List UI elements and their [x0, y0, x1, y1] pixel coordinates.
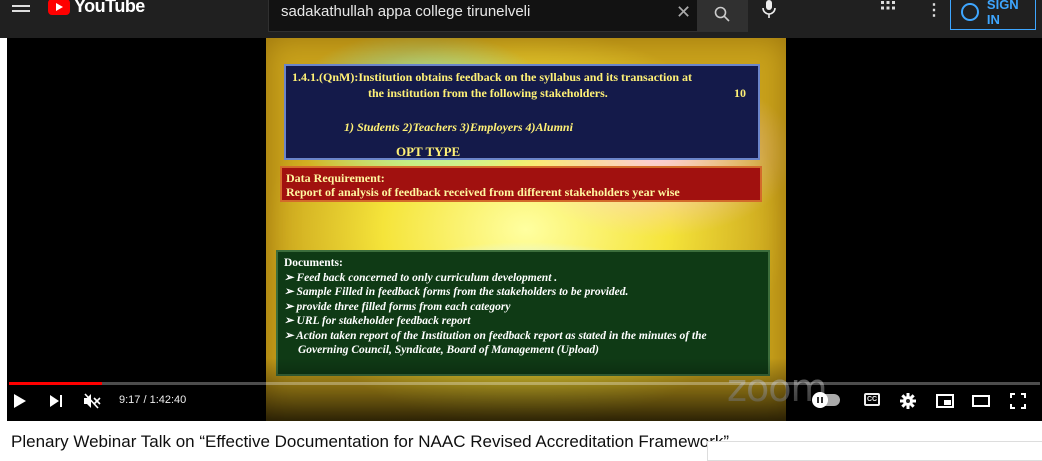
theater-mode-button[interactable]	[968, 388, 994, 414]
play-button[interactable]	[7, 388, 33, 414]
youtube-logo[interactable]: YouTube	[48, 0, 145, 17]
theater-mode-icon	[972, 395, 990, 407]
fullscreen-icon	[1010, 393, 1026, 409]
mute-button[interactable]	[79, 388, 105, 414]
search-button[interactable]	[698, 0, 748, 32]
sidebar-card[interactable]	[707, 441, 1042, 461]
document-item: ➢ provide three filled forms from each c…	[284, 300, 511, 313]
data-requirement-box: Data Requirement: Report of analysis of …	[280, 166, 762, 202]
autoplay-toggle[interactable]	[812, 392, 840, 408]
progress-played	[9, 382, 103, 385]
subtitles-button[interactable]: CC	[864, 393, 880, 406]
documents-title: Documents:	[284, 257, 343, 269]
youtube-play-icon	[48, 0, 70, 15]
miniplayer-icon	[936, 394, 954, 408]
logo-text: YouTube	[74, 0, 145, 16]
apps-grid-icon[interactable]	[880, 0, 896, 16]
opt-type-label: OPT TYPE	[396, 144, 461, 159]
more-options-icon[interactable]: ⋮	[926, 0, 942, 20]
account-icon	[961, 3, 979, 21]
time-display: 9:17 / 1:42:40	[119, 394, 187, 406]
volume-muted-icon	[84, 393, 101, 409]
fullscreen-button[interactable]	[1005, 388, 1031, 414]
player-controls: 9:17 / 1:42:40 CC	[7, 388, 1042, 418]
miniplayer-button[interactable]	[932, 388, 958, 414]
question-line-1: 1.4.1.(QnM):Institution obtains feedback…	[292, 70, 693, 84]
skip-next-icon	[50, 395, 62, 407]
sign-in-button[interactable]: SIGN IN	[950, 0, 1036, 30]
next-button[interactable]	[43, 388, 69, 414]
question-box: 1.4.1.(QnM):Institution obtains feedback…	[284, 64, 760, 160]
question-line-2: the institution from the following stake…	[368, 86, 608, 100]
top-bar: YouTube sadakathullah appa college tirun…	[0, 0, 1042, 38]
search-icon	[714, 6, 730, 22]
document-item-continuation: Governing Council, Syndicate, Board of M…	[298, 344, 599, 356]
progress-bar[interactable]	[9, 382, 1040, 385]
data-requirement-text: Report of analysis of feedback received …	[286, 185, 680, 199]
document-item: ➢ Action taken report of the Institution…	[284, 329, 707, 342]
sign-in-label: SIGN IN	[986, 0, 1019, 27]
document-item: ➢ Sample Filled in feedback forms from t…	[284, 286, 629, 298]
video-title: Plenary Webinar Talk on “Effective Docum…	[11, 432, 730, 451]
data-requirement-title: Data Requirement:	[286, 171, 385, 185]
play-icon	[14, 394, 26, 408]
video-player[interactable]: 1.4.1.(QnM):Institution obtains feedback…	[7, 38, 1042, 421]
document-item: ➢ URL for stakeholder feedback report	[284, 315, 471, 327]
microphone-icon[interactable]	[760, 0, 778, 18]
settings-button[interactable]	[895, 388, 921, 414]
clear-search-icon[interactable]: ✕	[676, 2, 691, 23]
document-item: ➢ Feed back concerned to only curriculum…	[284, 271, 558, 284]
hamburger-menu-icon[interactable]	[12, 2, 30, 16]
gear-icon	[900, 393, 916, 409]
stakeholders-list: 1) Students 2)Teachers 3)Employers 4)Alu…	[344, 120, 573, 134]
marks-value: 10	[734, 86, 746, 100]
search-input[interactable]: sadakathullah appa college tirunelveli	[268, 0, 698, 32]
pause-icon	[812, 392, 828, 408]
